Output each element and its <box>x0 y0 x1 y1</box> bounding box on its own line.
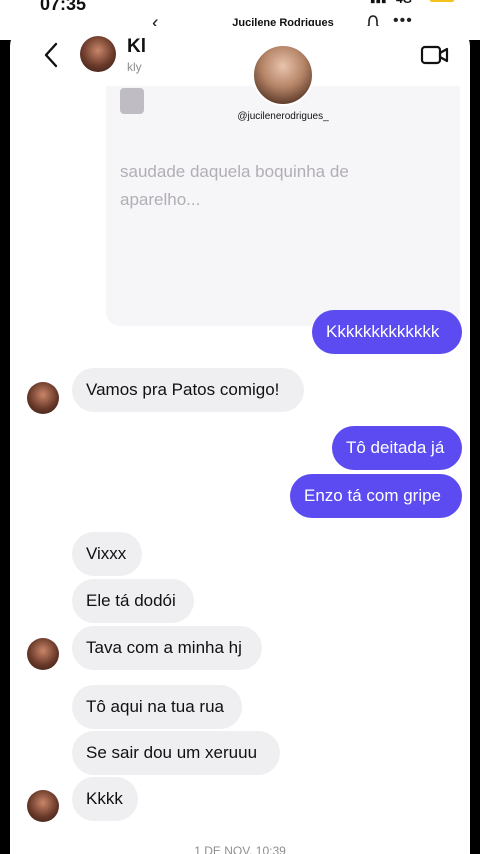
chevron-left-icon[interactable] <box>40 40 62 70</box>
video-call-icon[interactable] <box>420 44 450 66</box>
overlay-profile-handle[interactable]: @jucilenerodrigues_ <box>0 111 480 122</box>
replied-message[interactable]: saudade daquela boquinha de aparelho... <box>106 86 460 326</box>
contact-name[interactable]: Kl <box>127 36 146 58</box>
overlay-profile-avatar[interactable] <box>252 44 314 106</box>
signal-icon: ▮▮▮ <box>370 0 387 5</box>
message-timestamp: 1 DE NOV. 10:39 <box>194 844 286 854</box>
message-bubble-incoming[interactable]: Ele tá dodói <box>72 579 194 623</box>
chat-header: Kl kly <box>10 26 470 86</box>
message-bubble-incoming[interactable]: Kkkk <box>72 777 138 821</box>
status-time: 07:35 <box>40 0 87 14</box>
message-bubble-outgoing[interactable]: Enzo tá com gripe <box>290 474 462 518</box>
contact-avatar[interactable] <box>80 36 116 72</box>
message-avatar[interactable] <box>27 790 59 822</box>
dm-screen: saudade daquela boquinha de aparelho... … <box>10 26 470 854</box>
contact-username: kly <box>127 60 142 74</box>
message-bubble-outgoing[interactable]: Tô deitada já <box>332 426 462 470</box>
battery-icon <box>430 0 454 2</box>
message-bubble-incoming[interactable]: Vamos pra Patos comigo! <box>72 368 304 412</box>
message-avatar[interactable] <box>27 382 59 414</box>
message-bubble-incoming[interactable]: Tava com a minha hj <box>72 626 262 670</box>
message-bubble-incoming[interactable]: Vixxx <box>72 532 142 576</box>
network-label: 4G <box>396 0 412 6</box>
status-indicators: ▮▮▮ 4G <box>370 0 460 6</box>
message-bubble-incoming[interactable]: Tô aqui na tua rua <box>72 685 242 729</box>
reply-text: saudade daquela boquinha de aparelho... <box>120 162 349 209</box>
message-bubble-outgoing[interactable]: Kkkkkkkkkkkkk <box>312 310 462 354</box>
message-bubble-incoming[interactable]: Se sair dou um xeruuu <box>72 731 280 775</box>
message-avatar[interactable] <box>27 638 59 670</box>
